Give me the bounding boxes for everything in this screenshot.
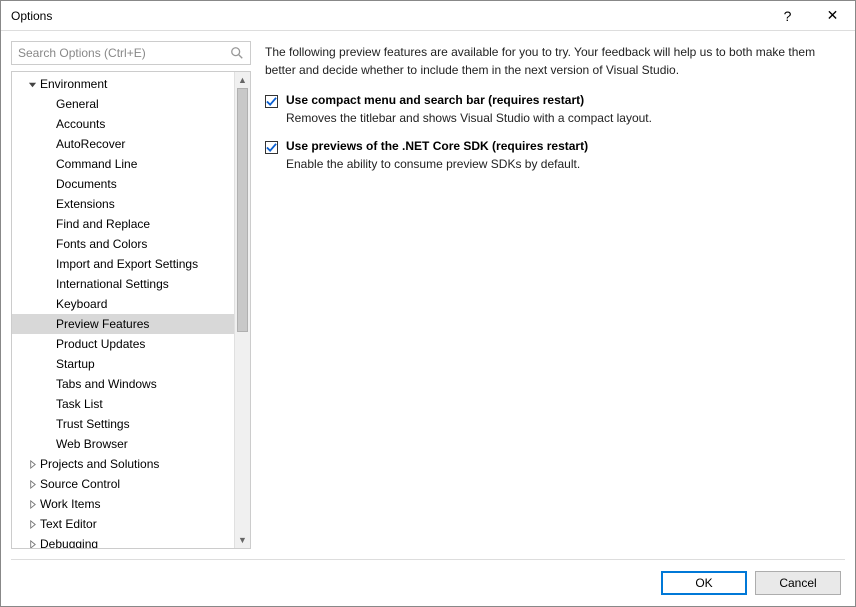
scroll-track[interactable] [235, 88, 250, 532]
option-title: Use previews of the .NET Core SDK (requi… [286, 139, 588, 153]
tree-item[interactable]: Import and Export Settings [12, 254, 234, 274]
chevron-right-icon[interactable] [26, 478, 38, 490]
tree-item-label: Preview Features [56, 317, 149, 331]
tree-group-label: Environment [40, 77, 107, 91]
tree-item-label: Documents [56, 177, 117, 191]
tree-group-label: Source Control [40, 477, 120, 491]
chevron-right-icon[interactable] [26, 518, 38, 530]
tree-item-label: Web Browser [56, 437, 128, 451]
tree-item[interactable]: Preview Features [12, 314, 234, 334]
preview-option: Use compact menu and search bar (require… [265, 93, 845, 125]
scroll-thumb[interactable] [237, 88, 248, 332]
tree-item[interactable]: Web Browser [12, 434, 234, 454]
content-panel: The following preview features are avail… [265, 41, 845, 549]
tree-item-label: General [56, 97, 99, 111]
search-input[interactable] [18, 46, 230, 60]
search-icon [230, 46, 244, 60]
tree-item[interactable]: Keyboard [12, 294, 234, 314]
tree-item[interactable]: Trust Settings [12, 414, 234, 434]
tree-item-label: Product Updates [56, 337, 145, 351]
tree-group[interactable]: Debugging [12, 534, 234, 548]
check-icon [266, 142, 277, 153]
tree-group[interactable]: Projects and Solutions [12, 454, 234, 474]
option-checkbox[interactable] [265, 95, 278, 108]
preview-option: Use previews of the .NET Core SDK (requi… [265, 139, 845, 171]
tree-item[interactable]: General [12, 94, 234, 114]
tree-item-label: Accounts [56, 117, 105, 131]
tree-scrollbar[interactable]: ▲ ▼ [234, 72, 250, 548]
tree-item[interactable]: Startup [12, 354, 234, 374]
option-title: Use compact menu and search bar (require… [286, 93, 652, 107]
tree-item[interactable]: Find and Replace [12, 214, 234, 234]
tree-group[interactable]: Source Control [12, 474, 234, 494]
tree-group-label: Projects and Solutions [40, 457, 159, 471]
chevron-down-icon[interactable] [26, 78, 38, 90]
tree-item-label: Find and Replace [56, 217, 150, 231]
tree-item[interactable]: Fonts and Colors [12, 234, 234, 254]
cancel-button[interactable]: Cancel [755, 571, 841, 595]
footer: OK Cancel [1, 560, 855, 606]
chevron-right-icon[interactable] [26, 498, 38, 510]
check-icon [266, 96, 277, 107]
cancel-button-label: Cancel [779, 576, 816, 590]
tree-item-label: Command Line [56, 157, 137, 171]
scroll-up-icon[interactable]: ▲ [235, 72, 250, 88]
tree-item[interactable]: International Settings [12, 274, 234, 294]
tree-group-label: Debugging [40, 537, 98, 548]
tree-item-label: Tabs and Windows [56, 377, 157, 391]
tree-item[interactable]: Tabs and Windows [12, 374, 234, 394]
tree-item[interactable]: Documents [12, 174, 234, 194]
window-title: Options [11, 9, 765, 23]
scroll-down-icon[interactable]: ▼ [235, 532, 250, 548]
tree-item-label: Keyboard [56, 297, 107, 311]
titlebar: Options ? ✕ [1, 1, 855, 31]
tree-item-label: Import and Export Settings [56, 257, 198, 271]
tree-item-label: Startup [56, 357, 95, 371]
tree-group[interactable]: Environment [12, 74, 234, 94]
help-icon: ? [784, 8, 792, 24]
tree-group[interactable]: Text Editor [12, 514, 234, 534]
chevron-right-icon[interactable] [26, 458, 38, 470]
tree-item[interactable]: Product Updates [12, 334, 234, 354]
help-button[interactable]: ? [765, 1, 810, 31]
tree-item-label: Task List [56, 397, 103, 411]
option-texts: Use compact menu and search bar (require… [286, 93, 652, 125]
tree-item[interactable]: Accounts [12, 114, 234, 134]
tree-item-label: International Settings [56, 277, 169, 291]
category-tree: Environment General Accounts AutoRecover Com… [11, 71, 251, 549]
intro-text: The following preview features are avail… [265, 43, 845, 79]
tree-group[interactable]: Work Items [12, 494, 234, 514]
tree-item-label: Trust Settings [56, 417, 130, 431]
tree-item[interactable]: Extensions [12, 194, 234, 214]
tree-item[interactable]: Command Line [12, 154, 234, 174]
tree-item-label: AutoRecover [56, 137, 125, 151]
tree-item-label: Extensions [56, 197, 115, 211]
tree-item[interactable]: Task List [12, 394, 234, 414]
tree-item[interactable]: AutoRecover [12, 134, 234, 154]
body: Environment General Accounts AutoRecover Com… [1, 31, 855, 559]
option-desc: Removes the titlebar and shows Visual St… [286, 111, 652, 125]
option-texts: Use previews of the .NET Core SDK (requi… [286, 139, 588, 171]
left-column: Environment General Accounts AutoRecover Com… [11, 41, 251, 549]
tree-group-label: Text Editor [40, 517, 97, 531]
tree-group-label: Work Items [40, 497, 100, 511]
search-box[interactable] [11, 41, 251, 65]
close-button[interactable]: ✕ [810, 1, 855, 31]
option-checkbox[interactable] [265, 141, 278, 154]
option-desc: Enable the ability to consume preview SD… [286, 157, 588, 171]
ok-button-label: OK [695, 576, 712, 590]
tree-item-label: Fonts and Colors [56, 237, 147, 251]
chevron-right-icon[interactable] [26, 538, 38, 548]
close-icon: ✕ [827, 7, 839, 24]
ok-button[interactable]: OK [661, 571, 747, 595]
